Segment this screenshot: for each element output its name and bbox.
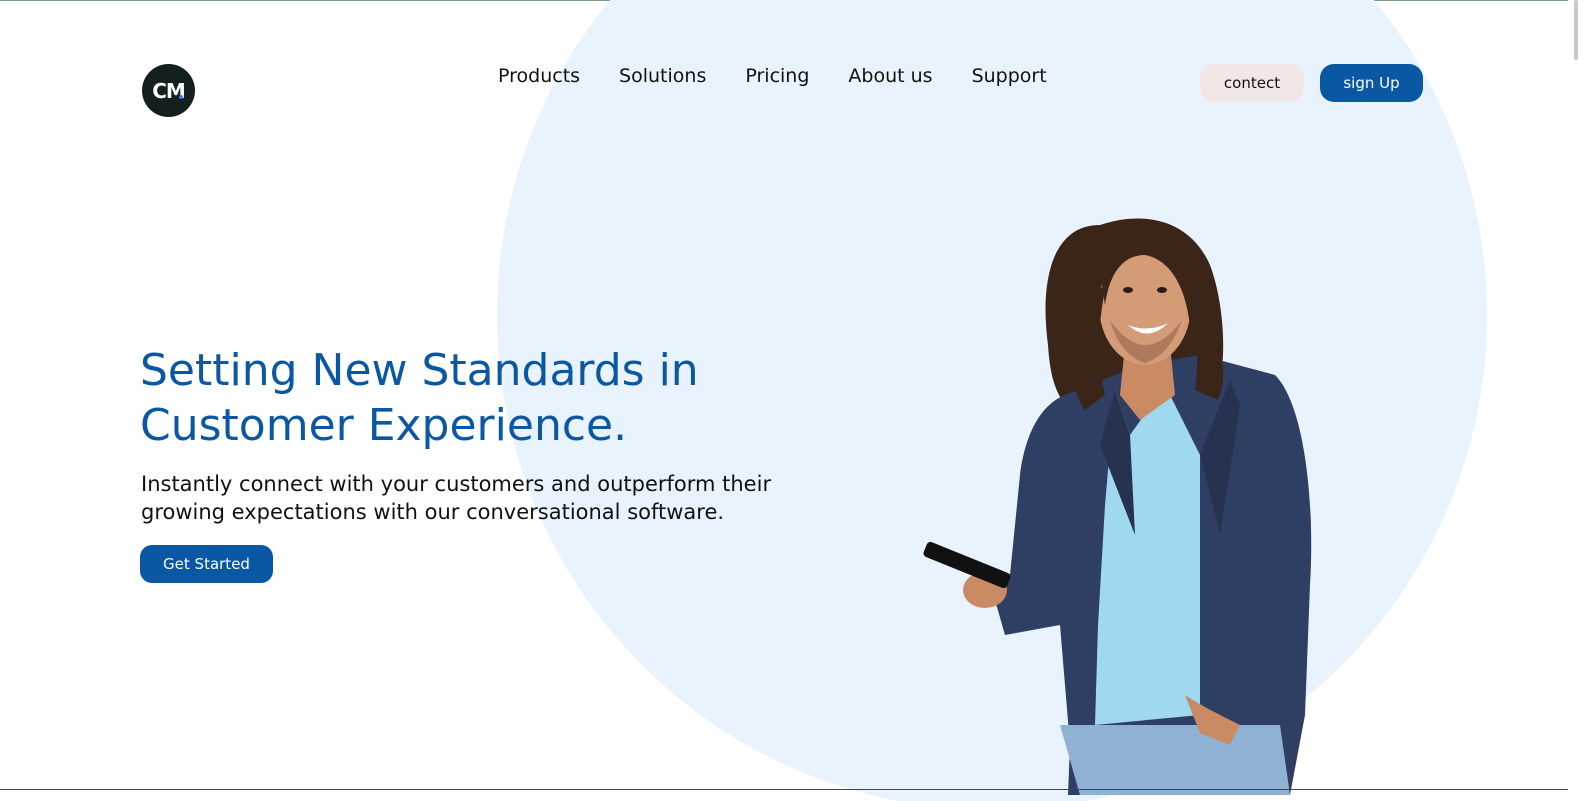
hero-subtext-line-1: Instantly connect with your customers an… [141,472,772,496]
nav-item-pricing[interactable]: Pricing [745,64,809,88]
bottom-border [0,789,1568,790]
sign-up-button[interactable]: sign Up [1320,64,1423,102]
hero-subtext: Instantly connect with your customers an… [141,470,821,526]
get-started-button[interactable]: Get Started [140,545,273,583]
hero-person-image [923,218,1312,795]
hero-headline-line-2: Customer Experience. [140,400,628,451]
logo-dot [179,95,183,99]
nav-item-solutions[interactable]: Solutions [619,64,706,88]
nav-item-products[interactable]: Products [498,64,580,88]
nav-item-about-us[interactable]: About us [848,64,932,88]
contact-button[interactable]: contect [1200,64,1304,102]
scrollbar-thumb[interactable] [1574,0,1578,60]
hero-headline: Setting New Standards in Customer Experi… [140,343,780,453]
nav-item-support[interactable]: Support [972,64,1047,88]
scrollbar-track[interactable] [1568,0,1587,801]
main-nav: Products Solutions Pricing About us Supp… [498,64,1047,88]
hero-subtext-line-2: growing expectations with our conversati… [141,500,725,524]
cm-logo[interactable]: CM [142,64,195,117]
hero-headline-line-1: Setting New Standards in [140,345,699,396]
